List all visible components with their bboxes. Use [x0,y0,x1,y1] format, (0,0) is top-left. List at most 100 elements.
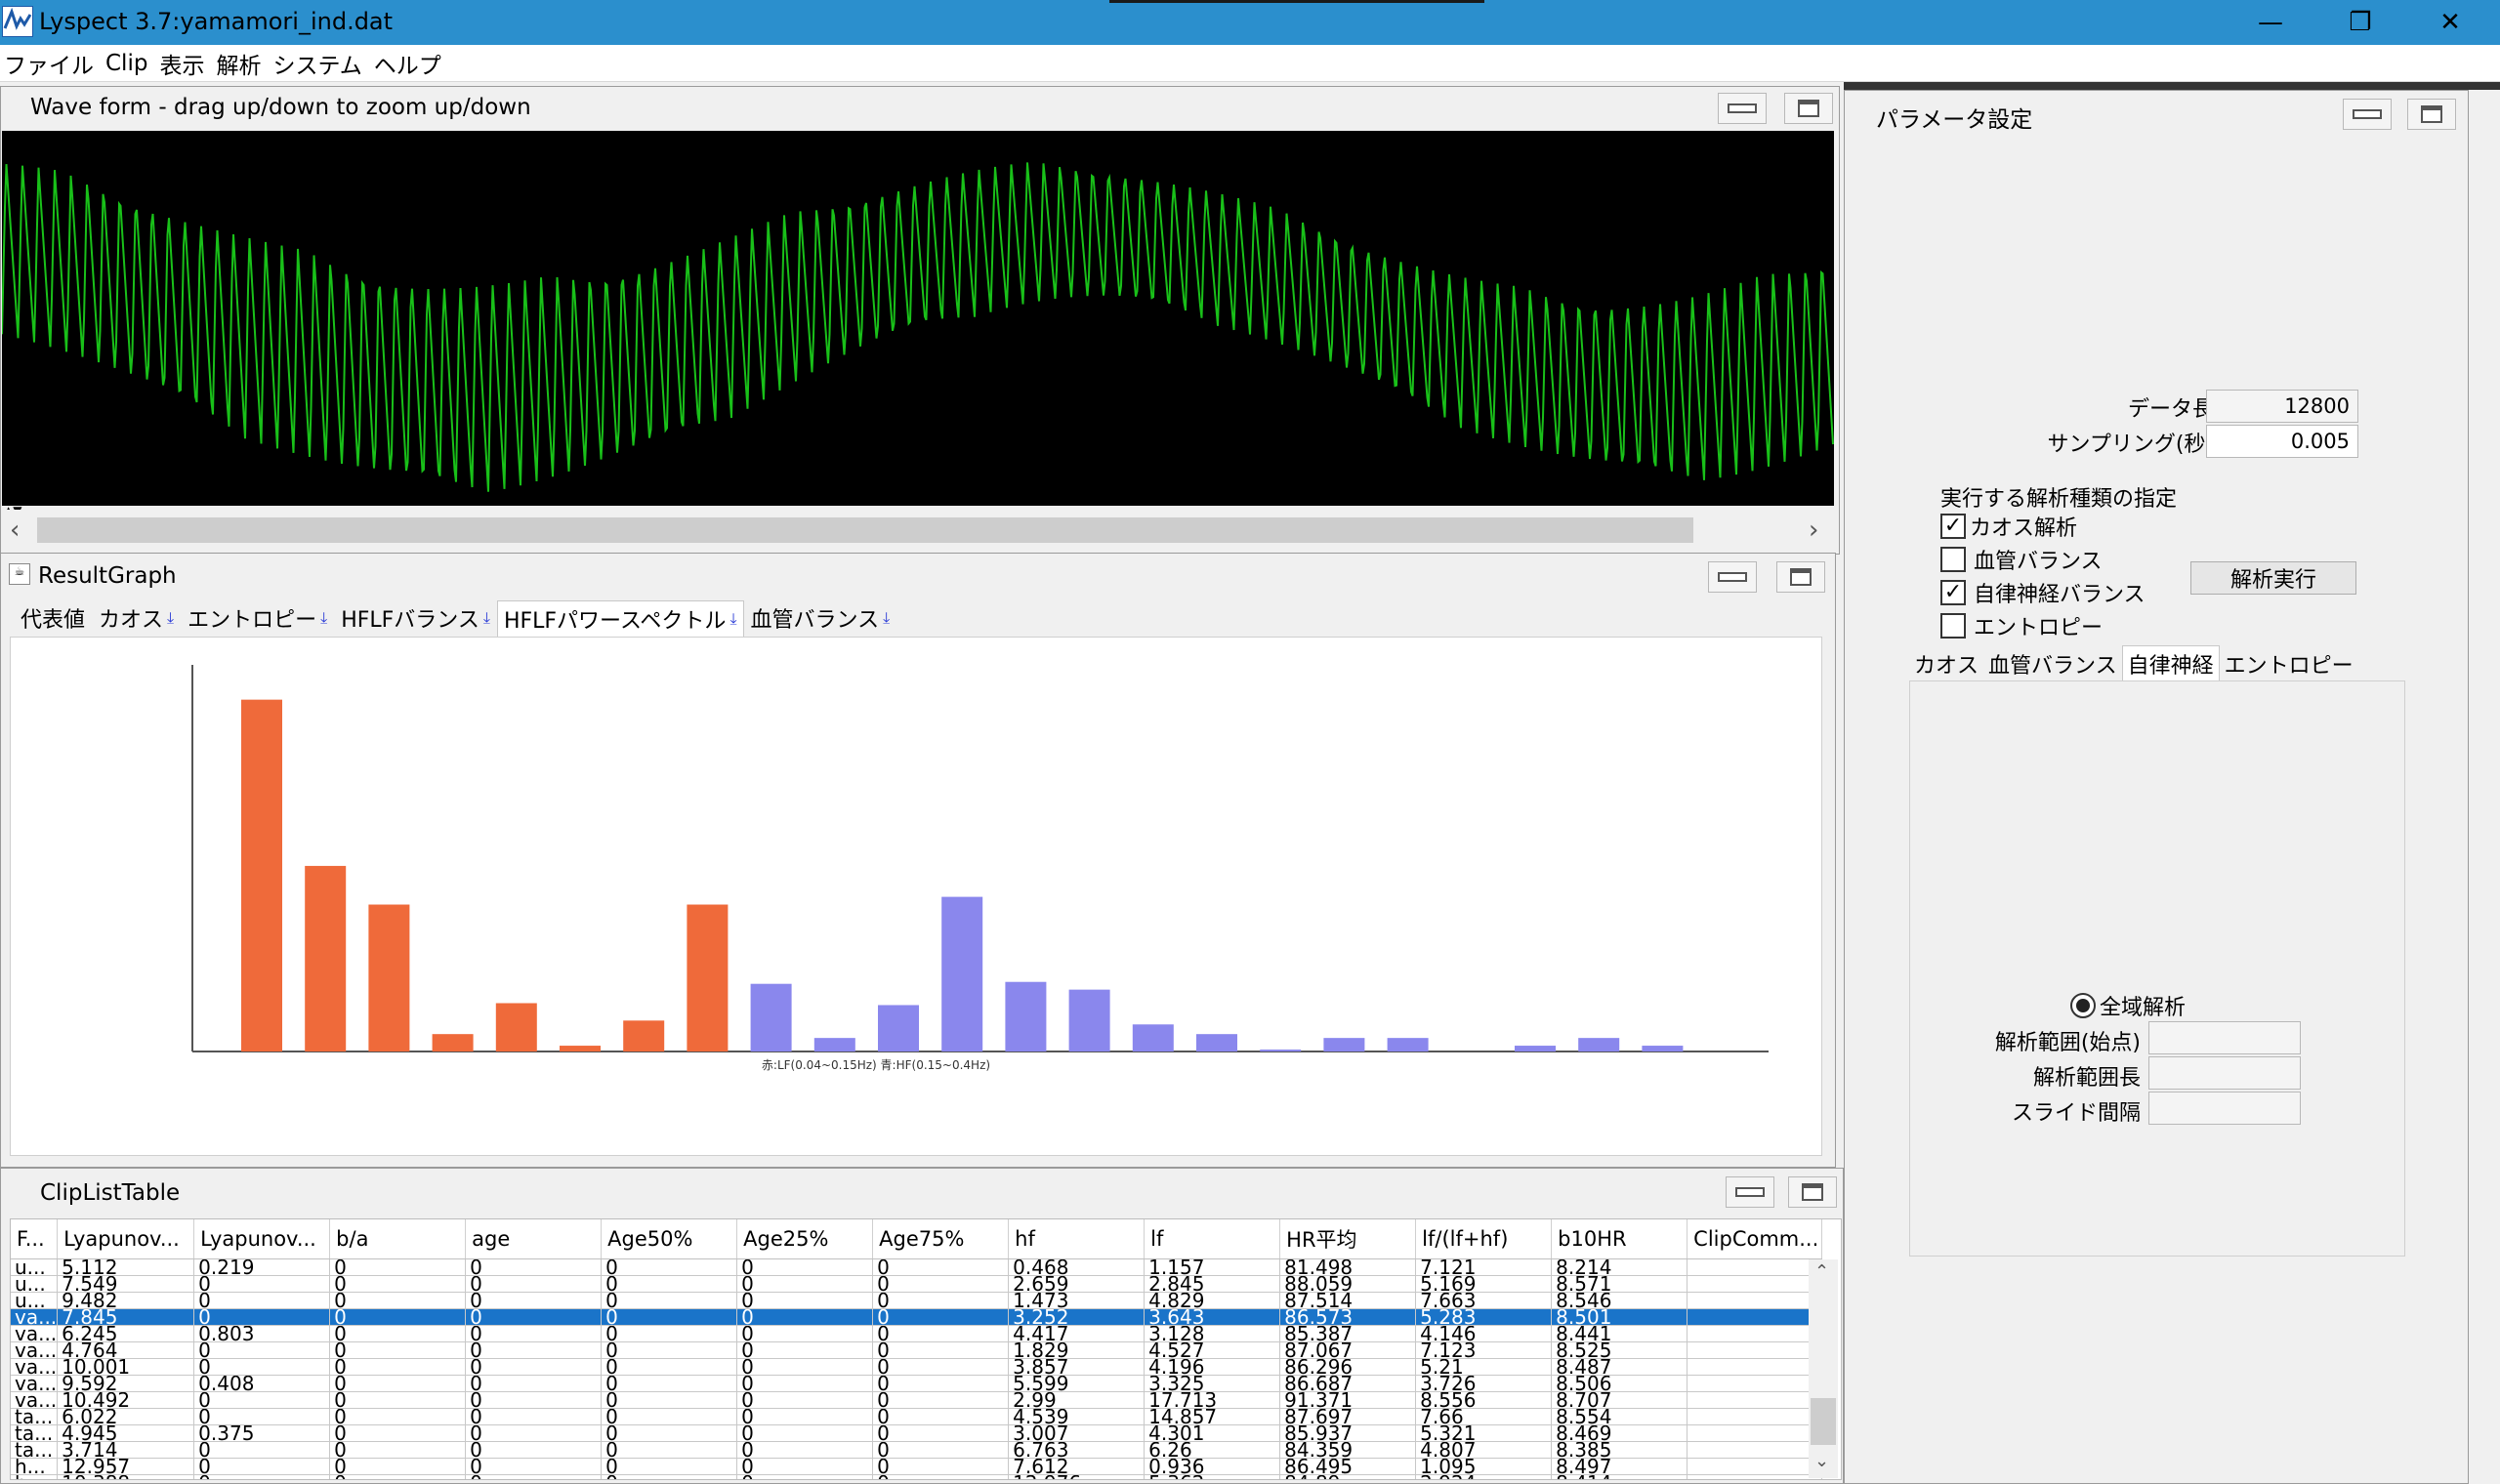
table-cell[interactable] [1687,1391,1823,1409]
run-analysis-button[interactable]: 解析実行 [2190,561,2356,595]
ptab-vascular[interactable]: 血管バランス [1983,646,2122,681]
table-cell[interactable]: 0 [193,1391,331,1409]
table-cell[interactable]: 0 [329,1358,467,1376]
table-cell[interactable]: 0 [193,1458,331,1475]
tab-chaos[interactable]: カオス ⤓ [92,599,181,639]
column-header[interactable]: Age75% [872,1219,1010,1259]
table-cell[interactable]: 10.388 [57,1474,195,1479]
minimize-button[interactable]: — [2227,0,2314,45]
table-cell[interactable]: u... [11,1292,59,1309]
table-cell[interactable]: 0 [736,1325,874,1342]
table-cell[interactable]: 88.059 [1279,1275,1417,1293]
table-cell[interactable]: 3.252 [1008,1308,1146,1326]
table-cell[interactable] [1687,1308,1823,1326]
column-header[interactable]: Age50% [601,1219,738,1259]
table-cell[interactable]: 0 [193,1408,331,1425]
table-cell[interactable] [1687,1424,1823,1442]
table-cell[interactable]: 0.936 [1144,1458,1281,1475]
column-header[interactable]: Lyapunov... [193,1219,331,1259]
table-cell[interactable]: 0 [329,1424,467,1442]
menu-help[interactable]: ヘルプ [374,47,441,80]
table-row[interactable]: u... 9.482 0 0 0 0 0 0 1.473 4.829 87.514 7.663 8.54… [11,1292,1823,1309]
table-cell[interactable]: 1.095 [1415,1458,1553,1475]
scroll-thumb[interactable] [1811,1398,1836,1445]
table-row[interactable]: h...10.38800000012.9765.36284.892.9248.4… [11,1474,1823,1479]
cliplist-table[interactable]: F... Lyapunov... Lyapunov... b/a age Age50% Ag… [10,1218,1842,1480]
table-cell[interactable]: 2.99 [1008,1391,1146,1409]
radio-icon[interactable] [2070,993,2096,1018]
table-cell[interactable]: 8.487 [1551,1358,1688,1376]
params-maximize-button[interactable] [2407,99,2456,130]
table-cell[interactable]: 0 [872,1474,1010,1479]
table-cell[interactable]: 10.001 [57,1358,195,1376]
radio-full-range[interactable]: 全域解析 [2070,990,2186,1021]
close-button[interactable]: ✕ [2406,0,2494,45]
table-cell[interactable]: 0 [601,1258,738,1276]
table-cell[interactable]: 1.157 [1144,1258,1281,1276]
table-cell[interactable]: 4.301 [1144,1424,1281,1442]
table-cell[interactable]: 0.375 [193,1424,331,1442]
table-cell[interactable]: 0 [601,1292,738,1309]
table-cell[interactable]: 0 [193,1275,331,1293]
table-cell[interactable]: 5.599 [1008,1375,1146,1392]
table-cell[interactable]: 3.726 [1415,1375,1553,1392]
table-cell[interactable]: 14.857 [1144,1408,1281,1425]
table-cell[interactable]: 5.283 [1415,1308,1553,1326]
table-row[interactable]: va... 6.245 0.803 0 0 0 0 0 4.417 3.128 85.387 4.14… [11,1325,1823,1342]
table-cell[interactable]: ta... [11,1408,59,1425]
table-cell[interactable]: 0 [736,1258,874,1276]
table-cell[interactable]: 0 [193,1358,331,1376]
table-cell[interactable]: 0 [872,1391,1010,1409]
table-cell[interactable]: 0 [736,1358,874,1376]
table-cell[interactable]: u... [11,1258,59,1276]
table-cell[interactable]: 8.525 [1551,1341,1688,1359]
table-cell[interactable]: 7.121 [1415,1258,1553,1276]
table-cell[interactable]: 9.482 [57,1292,195,1309]
tab-entropy[interactable]: エントロピー ⤓ [181,599,334,639]
table-cell[interactable]: va... [11,1325,59,1342]
table-cell[interactable]: 0 [465,1358,603,1376]
table-cell[interactable]: 0 [601,1408,738,1425]
table-cell[interactable]: 0 [465,1375,603,1392]
table-cell[interactable]: 0 [329,1275,467,1293]
table-row[interactable]: u... 7.549 0 0 0 0 0 0 2.659 2.845 88.059 5.169 8.57… [11,1275,1823,1293]
range-start-field[interactable] [2148,1021,2301,1054]
table-cell[interactable]: 0 [465,1308,603,1326]
table-cell[interactable]: 8.556 [1415,1391,1553,1409]
table-cell[interactable]: 0.219 [193,1258,331,1276]
table-cell[interactable]: 4.807 [1415,1441,1553,1459]
table-cell[interactable]: 0 [736,1474,874,1479]
table-cell[interactable]: 0 [329,1258,467,1276]
table-cell[interactable]: 8.385 [1551,1441,1688,1459]
table-cell[interactable]: 7.549 [57,1275,195,1293]
table-cell[interactable]: 4.146 [1415,1325,1553,1342]
table-cell[interactable]: 0 [872,1458,1010,1475]
table-cell[interactable] [1687,1441,1823,1459]
table-cell[interactable]: 0 [465,1292,603,1309]
table-cell[interactable] [1687,1375,1823,1392]
waveform-scrollbar[interactable]: ‹ › [2,510,1834,553]
column-header[interactable]: b10HR [1551,1219,1688,1259]
table-cell[interactable]: 2.845 [1144,1275,1281,1293]
table-cell[interactable]: h... [11,1458,59,1475]
table-cell[interactable]: 0 [736,1375,874,1392]
slide-interval-field[interactable] [2148,1092,2301,1125]
tab-hflf-balance[interactable]: HFLFバランス ⤓ [334,599,497,639]
table-cell[interactable]: 0 [872,1325,1010,1342]
table-cell[interactable] [1687,1341,1823,1359]
waveform-minimize-button[interactable] [1718,93,1767,124]
table-cell[interactable]: 81.498 [1279,1258,1417,1276]
table-cell[interactable]: 0 [465,1408,603,1425]
table-cell[interactable]: 0 [601,1375,738,1392]
table-cell[interactable]: 6.26 [1144,1441,1281,1459]
table-cell[interactable]: 3.325 [1144,1375,1281,1392]
scroll-right-icon[interactable]: › [1809,515,1818,545]
table-cell[interactable]: 0 [601,1358,738,1376]
table-cell[interactable]: 0 [736,1341,874,1359]
table-cell[interactable]: 0 [329,1474,467,1479]
scroll-thumb[interactable] [37,517,1693,543]
table-cell[interactable] [1687,1474,1823,1479]
table-cell[interactable]: 0 [872,1292,1010,1309]
table-cell[interactable]: 0 [872,1275,1010,1293]
table-cell[interactable]: 0.408 [193,1375,331,1392]
